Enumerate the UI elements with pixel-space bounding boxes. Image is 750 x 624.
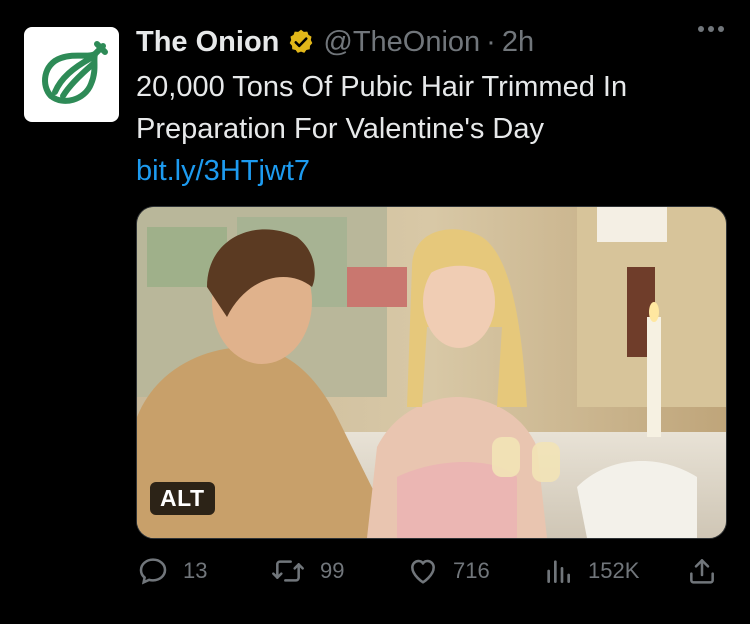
retweet-count: 99 <box>320 558 345 583</box>
view-count: 152K <box>588 558 640 583</box>
share-icon <box>690 559 714 584</box>
share-button[interactable] <box>686 555 718 587</box>
tweet-link[interactable]: bit.ly/3HTjwt7 <box>136 155 310 187</box>
more-icon[interactable] <box>698 26 724 32</box>
verified-badge-icon[interactable] <box>287 28 315 56</box>
reply-button[interactable]: 13 <box>137 555 207 587</box>
more-dot <box>718 26 724 32</box>
separator: · <box>486 25 496 58</box>
more-dot <box>708 26 714 32</box>
author-handle[interactable]: @TheOnion <box>323 26 480 59</box>
views-icon <box>547 560 570 583</box>
reply-count: 13 <box>183 558 208 583</box>
restaurant-couple-photo <box>137 207 726 538</box>
tweet-image[interactable] <box>136 206 727 539</box>
like-button[interactable]: 716 <box>407 555 490 587</box>
reply-icon <box>139 558 167 585</box>
action-bar: 13 99 716 152K <box>0 555 750 595</box>
alt-badge[interactable]: ALT <box>150 482 215 515</box>
onion-logo-icon <box>41 40 108 104</box>
timestamp[interactable]: 2h <box>502 26 534 59</box>
avatar[interactable] <box>24 27 119 122</box>
tweet-text: 20,000 Tons Of Pubic Hair Trimmed In Pre… <box>136 66 726 192</box>
retweet-button[interactable]: 99 <box>270 555 344 587</box>
tweet-header: The Onion @TheOnion · 2h <box>136 24 534 60</box>
tweet-body: 20,000 Tons Of Pubic Hair Trimmed In Pre… <box>136 71 628 145</box>
more-dot <box>698 26 704 32</box>
like-count: 716 <box>453 558 490 583</box>
like-icon <box>411 559 435 584</box>
author-name[interactable]: The Onion <box>136 26 279 59</box>
retweet-icon <box>272 560 304 582</box>
views-button[interactable]: 152K <box>542 555 639 587</box>
